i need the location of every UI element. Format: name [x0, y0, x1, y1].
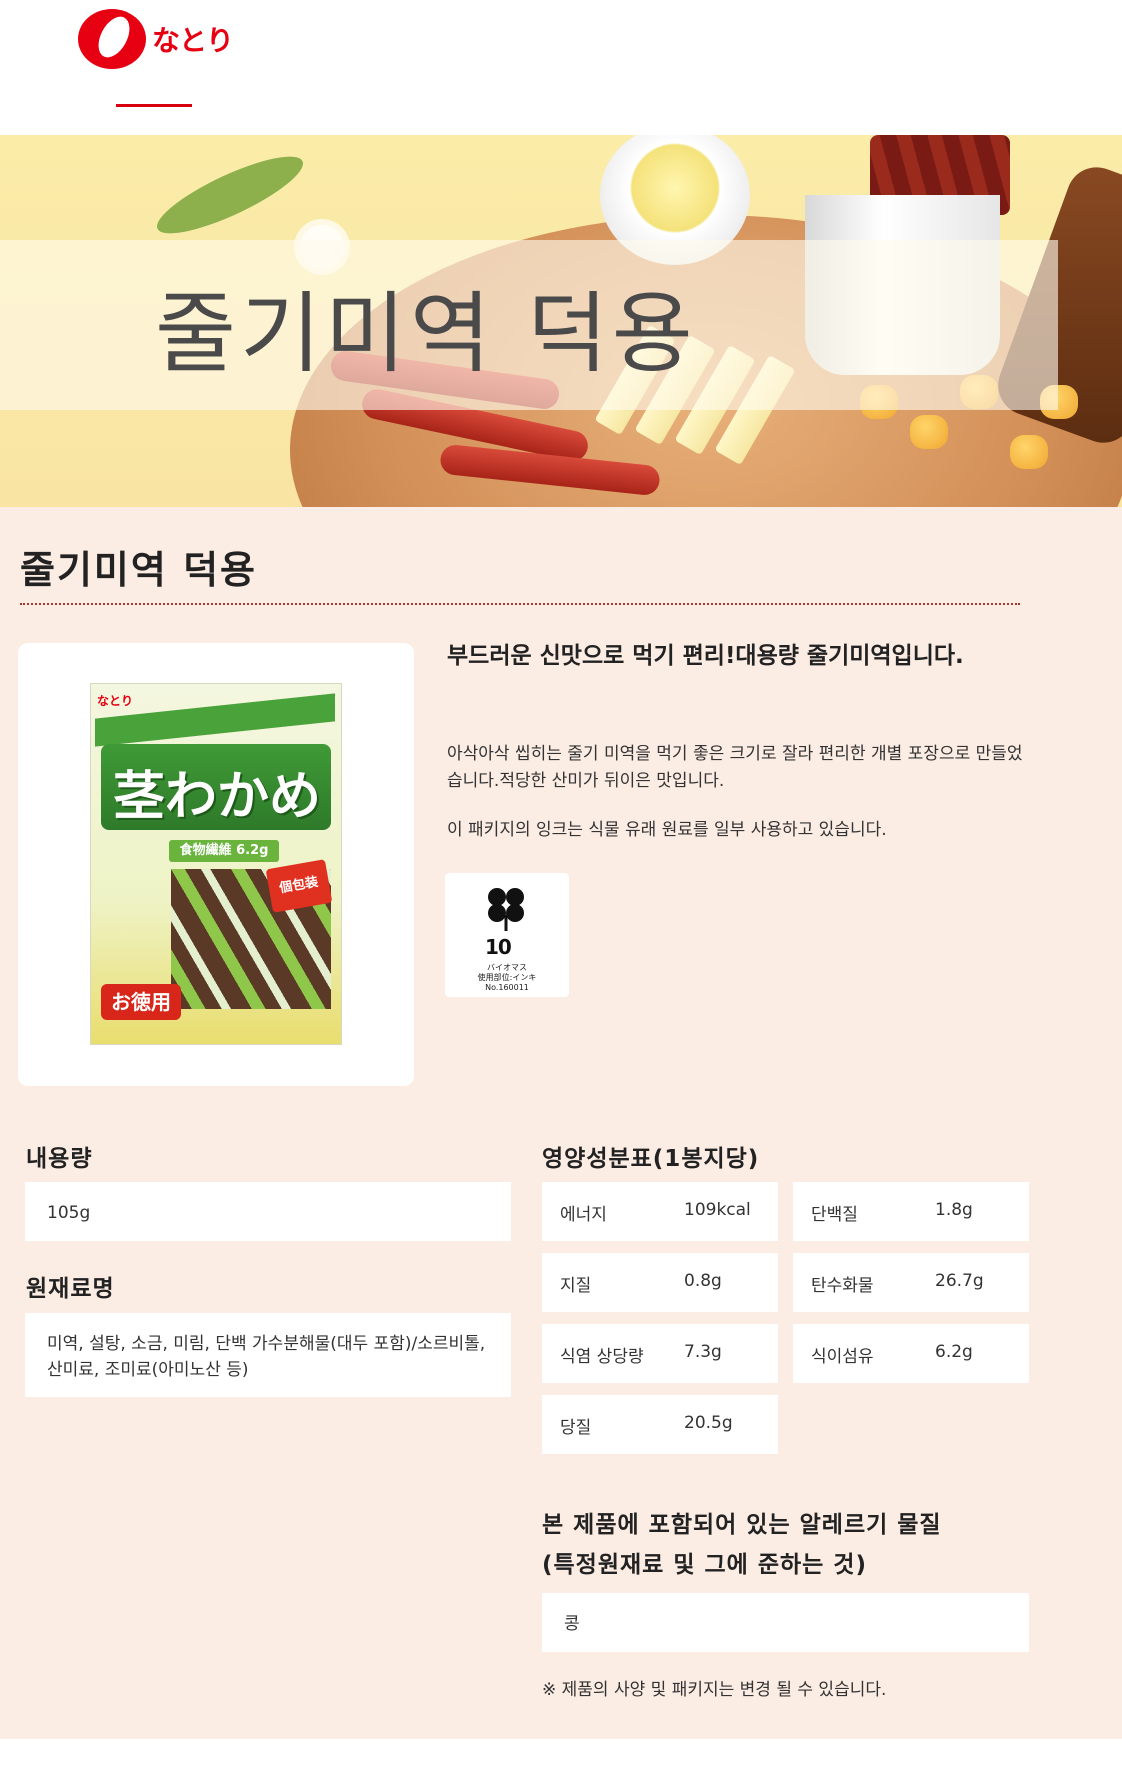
- nutrition-cell: 에너지 109kcal: [542, 1182, 778, 1241]
- biomass-line3: No.160011: [485, 983, 529, 992]
- nutrition-label: 식염 상당량: [560, 1347, 644, 1367]
- biomass-number: 10: [485, 935, 512, 959]
- product-content: 줄기미역 덕용 なとり 茎わかめ 食物繊維 6.2g 個包装 お徳用 부드러운 …: [0, 507, 1122, 1739]
- product-description: 아삭아삭 씹히는 줄기 미역을 먹기 좋은 크기로 잘라 편리한 개별 포장으로…: [447, 744, 1023, 791]
- hero-title: 줄기미역 덕용: [155, 282, 697, 385]
- nutrition-value: 6.2g: [935, 1342, 973, 1362]
- allergen-heading-line1: 본 제품에 포함되어 있는 알레르기 물질: [542, 1512, 942, 1538]
- package-brand: なとり: [97, 694, 134, 708]
- ingredients-heading: 원재료명: [26, 1276, 115, 1302]
- ink-note: 이 패키지의 잉크는 식물 유래 원료를 일부 사용하고 있습니다.: [447, 820, 887, 840]
- nutrition-heading: 영양성분표(1봉지당): [542, 1146, 760, 1172]
- hero-cheese-bite-image: [1010, 435, 1048, 469]
- biomass-line1: バイオマス: [487, 963, 527, 972]
- hero-cheese-bite-image: [910, 415, 948, 449]
- nutrition-label: 지질: [560, 1276, 592, 1296]
- allergen-heading: 본 제품에 포함되어 있는 알레르기 물질 (특정원재료 및 그에 준하는 것): [542, 1505, 1062, 1585]
- title-divider: [20, 603, 1020, 605]
- clover-icon: [488, 888, 524, 931]
- natori-logo-icon: [78, 9, 146, 69]
- nutrition-value: 7.3g: [684, 1342, 722, 1362]
- product-package-image: なとり 茎わかめ 食物繊維 6.2g 個包装 お徳用: [90, 683, 342, 1045]
- nutrition-label: 탄수화물: [811, 1276, 874, 1296]
- nutrition-label: 당질: [560, 1418, 592, 1438]
- nutrition-label: 식이섬유: [811, 1347, 874, 1367]
- site-header: なとり: [0, 0, 1122, 135]
- content-amount-value: 105g: [47, 1203, 91, 1223]
- nutrition-cell: 탄수화물 26.7g: [793, 1253, 1029, 1312]
- content-amount-heading: 내용량: [26, 1146, 93, 1172]
- footnote: ※ 제품의 사양 및 패키지는 변경 될 수 있습니다.: [542, 1680, 887, 1700]
- brand-logo[interactable]: なとり: [76, 6, 246, 72]
- nutrition-cell: 단백질 1.8g: [793, 1182, 1029, 1241]
- product-image-card: なとり 茎わかめ 食物繊維 6.2g 個包装 お徳用: [18, 643, 414, 1086]
- content-amount-box: 105g: [25, 1182, 511, 1241]
- package-name: 茎わかめ: [113, 766, 322, 827]
- nav-active-indicator: [116, 104, 192, 107]
- hero-herb-image: [149, 143, 311, 247]
- nutrition-value: 1.8g: [935, 1200, 973, 1220]
- nutrition-value: 0.8g: [684, 1271, 722, 1291]
- nutrition-cell: 식염 상당량 7.3g: [542, 1324, 778, 1383]
- package-badge: お徳用: [101, 984, 181, 1020]
- nutrition-label: 단백질: [811, 1205, 858, 1225]
- brand-name: なとり: [152, 24, 234, 57]
- nutrition-value: 26.7g: [935, 1271, 984, 1291]
- allergen-box: 콩: [542, 1593, 1029, 1652]
- nutrition-cell: 식이섬유 6.2g: [793, 1324, 1029, 1383]
- nutrition-cell: 당질 20.5g: [542, 1395, 778, 1454]
- product-tagline: 부드러운 신맛으로 먹기 편리!대용량 줄기미역입니다.: [447, 643, 964, 669]
- nutrition-cell: 지질 0.8g: [542, 1253, 778, 1312]
- ingredients-box: 미역, 설탕, 소금, 미림, 단백 가수분해물(대두 포함)/소르비톨, 산미…: [25, 1313, 511, 1397]
- nutrition-value: 20.5g: [684, 1413, 733, 1433]
- package-fiber-label: 食物繊維 6.2g: [169, 840, 279, 862]
- allergen-heading-line2: (특정원재료 및 그에 준하는 것): [542, 1552, 867, 1578]
- hero-banner: 줄기미역 덕용: [0, 135, 1122, 507]
- nutrition-value: 109kcal: [684, 1200, 751, 1220]
- allergen-value: 콩: [564, 1614, 580, 1634]
- product-title: 줄기미역 덕용: [20, 548, 257, 592]
- ingredients-value: 미역, 설탕, 소금, 미림, 단백 가수분해물(대두 포함)/소르비톨, 산미…: [47, 1334, 486, 1380]
- biomass-mark: 10 バイオマス 使用部位:インキ No.160011: [445, 873, 569, 997]
- nutrition-label: 에너지: [560, 1205, 607, 1225]
- biomass-line2: 使用部位:インキ: [477, 973, 537, 982]
